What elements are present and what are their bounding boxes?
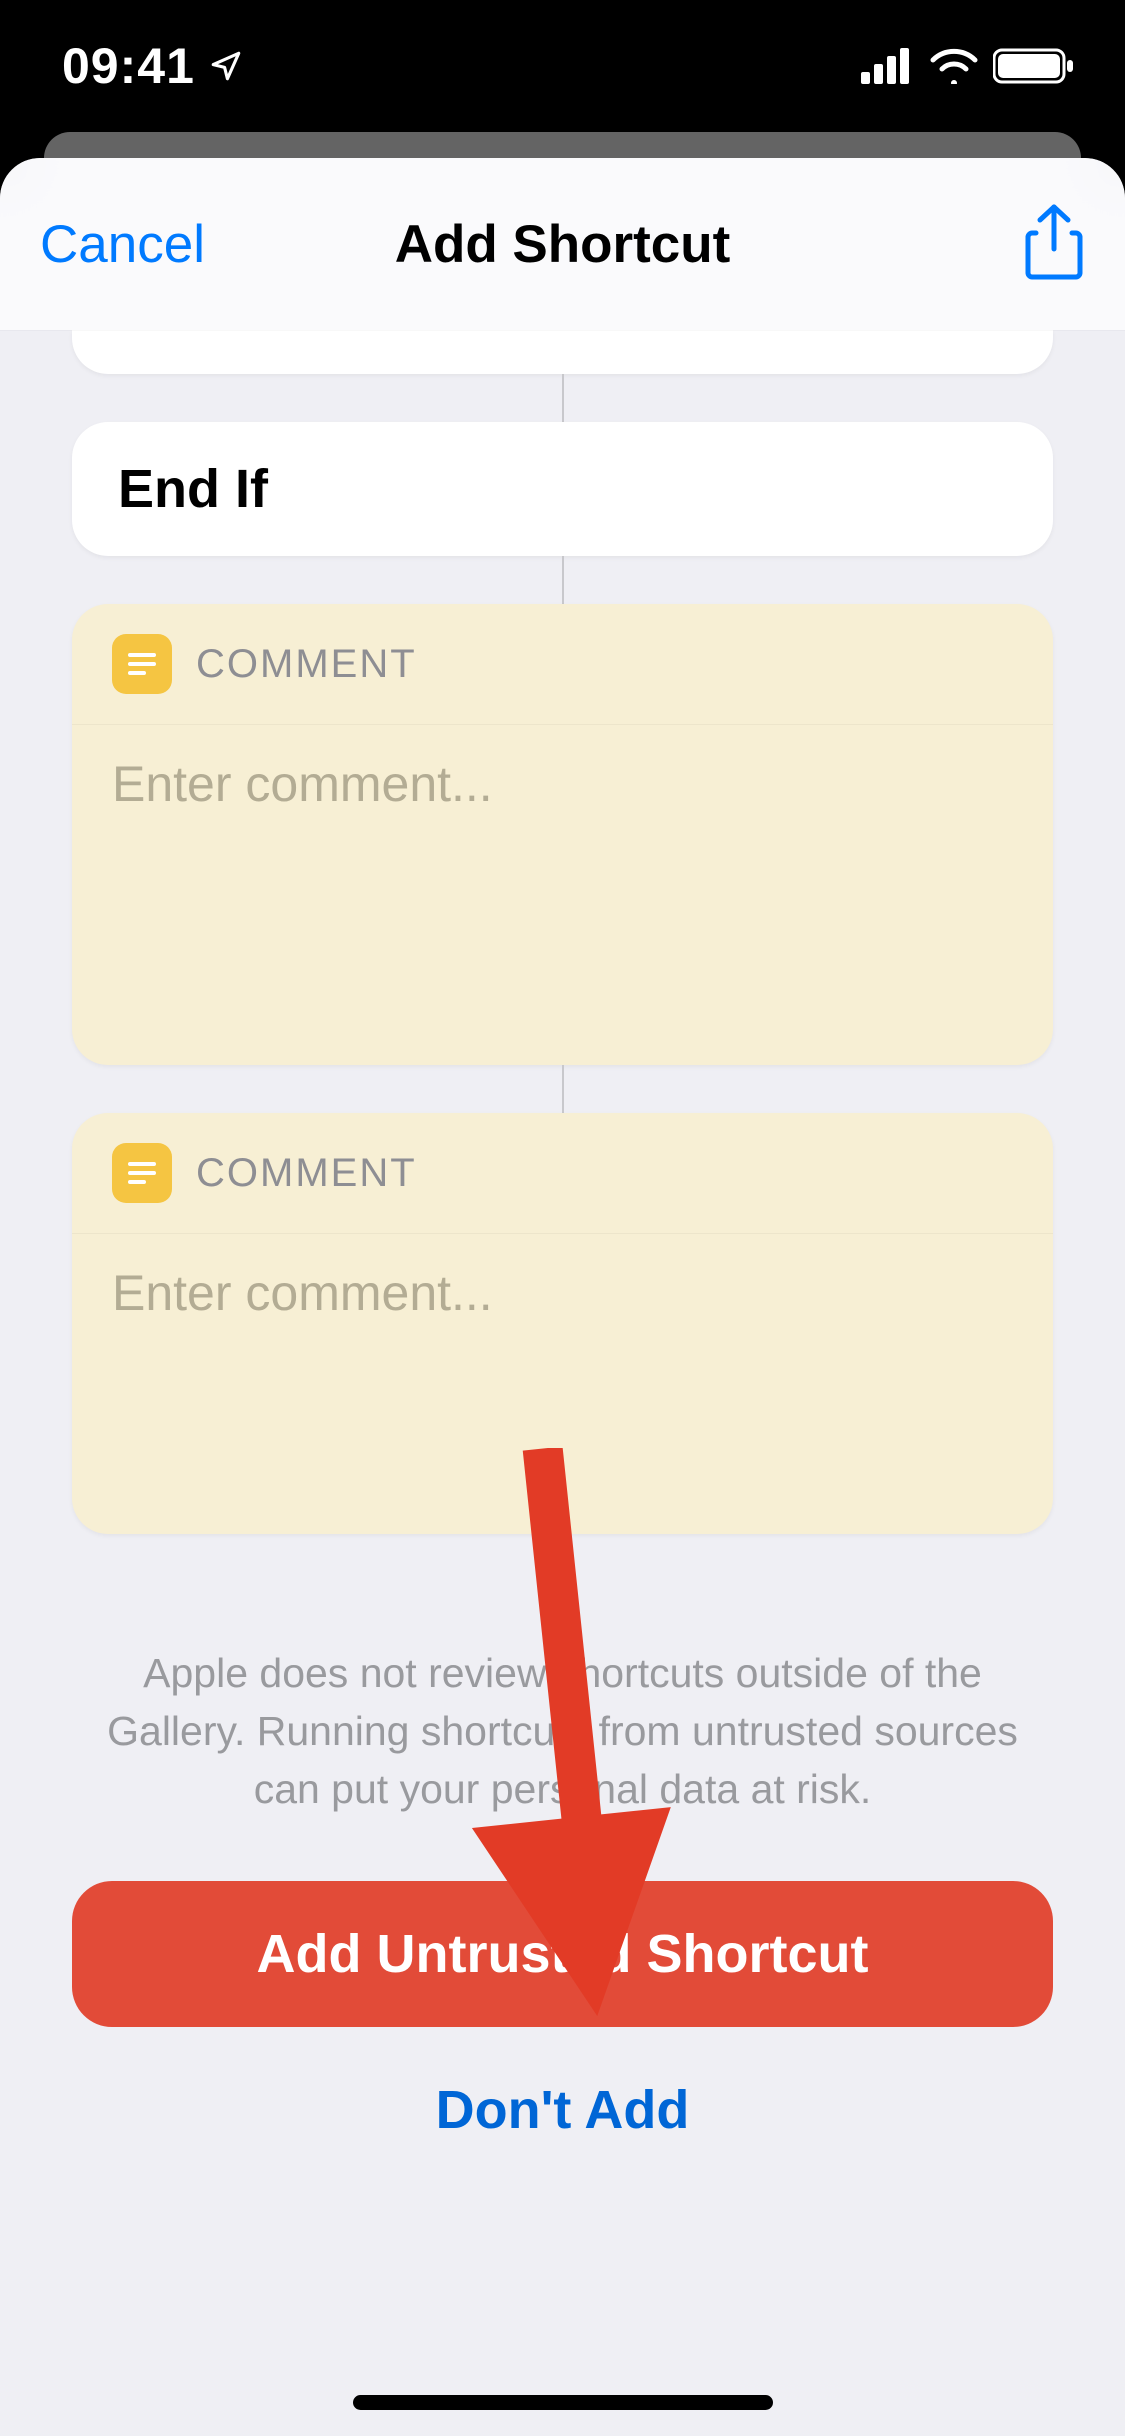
- untrusted-warning-text: Apple does not review shortcuts outside …: [72, 1644, 1053, 1819]
- wifi-icon: [929, 48, 979, 84]
- comment-placeholder: Enter comment...: [112, 756, 493, 812]
- connector-line: [562, 1065, 564, 1113]
- comment-header: COMMENT: [72, 604, 1053, 725]
- status-time: 09:41: [62, 37, 195, 95]
- comment-header: COMMENT: [72, 1113, 1053, 1234]
- dont-add-button[interactable]: Don't Add: [72, 2033, 1053, 2187]
- status-bar: 09:41: [0, 0, 1125, 132]
- device-frame: 09:41 C: [0, 0, 1125, 2436]
- comment-action-card[interactable]: COMMENT Enter comment...: [72, 1113, 1053, 1534]
- comment-title: COMMENT: [196, 1151, 417, 1196]
- connector-line: [562, 374, 564, 422]
- comment-action-card[interactable]: COMMENT Enter comment...: [72, 604, 1053, 1065]
- sheet-title: Add Shortcut: [395, 214, 731, 275]
- comment-input[interactable]: Enter comment...: [72, 1234, 1053, 1534]
- cancel-button[interactable]: Cancel: [40, 214, 205, 275]
- endif-label: End If: [118, 459, 268, 519]
- endif-action-card[interactable]: End If: [72, 422, 1053, 556]
- cellular-signal-icon: [861, 48, 915, 84]
- status-left: 09:41: [62, 37, 243, 95]
- comment-icon: [112, 634, 172, 694]
- share-icon: [1023, 203, 1085, 281]
- status-right: [861, 47, 1075, 85]
- action-card-partial[interactable]: [72, 330, 1053, 374]
- sheet-header: Cancel Add Shortcut: [0, 158, 1125, 330]
- add-untrusted-shortcut-button[interactable]: Add Untrusted Shortcut: [72, 1881, 1053, 2027]
- bottom-section: Apple does not review shortcuts outside …: [0, 1644, 1125, 2187]
- sheet-content: End If COMMENT: [0, 330, 1125, 2436]
- battery-icon: [993, 47, 1075, 85]
- connector-line: [562, 556, 564, 604]
- location-icon: [209, 49, 243, 83]
- workflow-canvas: End If COMMENT: [0, 330, 1125, 1534]
- comment-icon: [112, 1143, 172, 1203]
- modal-sheet: Cancel Add Shortcut End If: [0, 158, 1125, 2436]
- home-indicator[interactable]: [353, 2395, 773, 2410]
- comment-placeholder: Enter comment...: [112, 1265, 493, 1321]
- comment-input[interactable]: Enter comment...: [72, 725, 1053, 1065]
- comment-title: COMMENT: [196, 642, 417, 687]
- share-button[interactable]: [1023, 203, 1085, 286]
